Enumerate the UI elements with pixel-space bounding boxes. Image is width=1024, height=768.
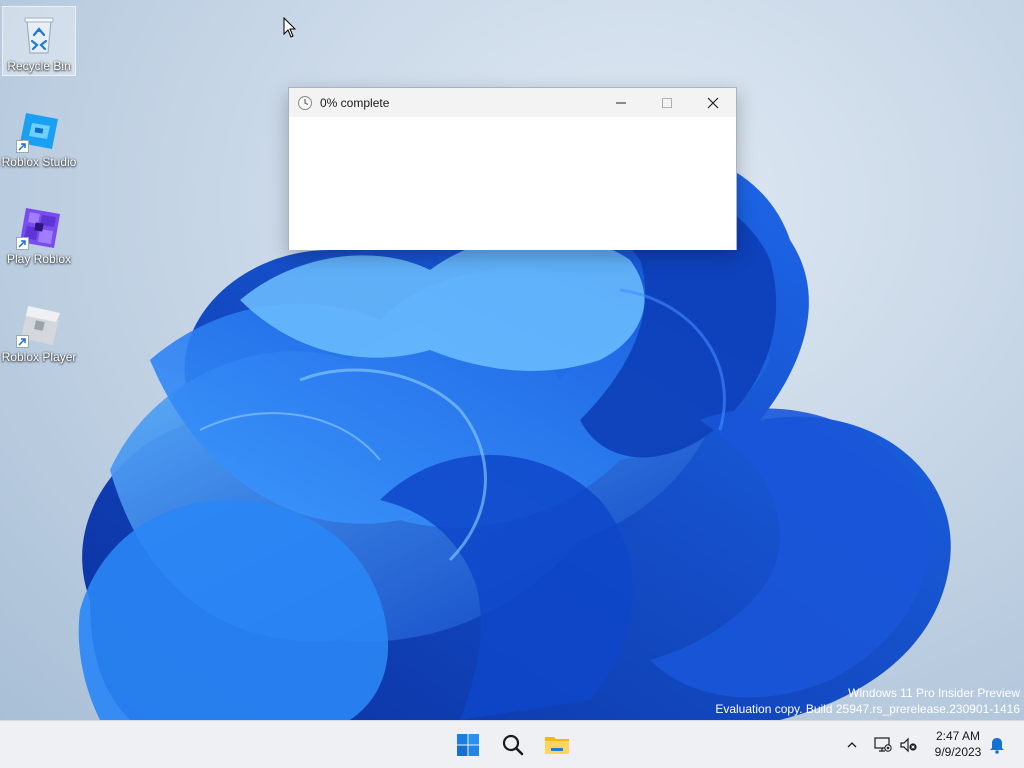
desktop-icon-play-roblox[interactable]: Play Roblox [2, 200, 76, 270]
system-clock[interactable]: 2:47 AM 9/9/2023 [925, 728, 991, 760]
desktop-icon-roblox-studio[interactable]: Roblox Studio [2, 103, 76, 173]
taskbar: 2:47 AM 9/9/2023 [0, 720, 1024, 768]
mouse-cursor-icon [283, 17, 297, 38]
file-explorer-icon [545, 737, 569, 754]
show-hidden-icons-button[interactable] [840, 733, 864, 757]
search-icon [502, 734, 524, 756]
recycle-bin-icon [16, 11, 62, 57]
watermark-line-1: Windows 11 Pro Insider Preview [848, 686, 1020, 700]
shortcut-arrow-icon [16, 237, 29, 250]
maximize-button[interactable] [644, 88, 690, 117]
play-roblox-icon [16, 204, 62, 250]
desktop-icon-label: Recycle Bin [7, 59, 71, 73]
shortcut-arrow-icon [16, 140, 29, 153]
clock-icon [298, 95, 312, 110]
notification-bell-icon [990, 738, 1004, 754]
close-button[interactable] [690, 88, 736, 117]
start-icon [457, 734, 479, 756]
network-button[interactable] [871, 733, 895, 757]
chevron-up-icon [847, 742, 857, 748]
desktop-icon-label: Roblox Studio [1, 155, 77, 169]
desktop-icon-label: Play Roblox [6, 252, 72, 266]
file-explorer-button[interactable] [538, 726, 576, 764]
desktop: Recycle Bin Roblox Studio Play Roblox Ro… [0, 0, 1024, 720]
roblox-player-icon [16, 302, 62, 348]
minimize-button[interactable] [598, 88, 644, 117]
maximize-icon [662, 97, 672, 108]
minimize-icon [616, 102, 626, 103]
clock-time: 2:47 AM [935, 729, 981, 743]
close-icon [707, 97, 719, 108]
volume-button[interactable] [897, 733, 921, 757]
progress-window[interactable]: 0% complete [288, 87, 737, 250]
volume-muted-icon [900, 737, 917, 753]
evaluation-watermark: Windows 11 Pro Insider Preview Evaluatio… [715, 685, 1020, 717]
window-body [289, 117, 736, 250]
shortcut-arrow-icon [16, 335, 29, 348]
desktop-icon-recycle-bin[interactable]: Recycle Bin [2, 6, 76, 76]
desktop-icon-label: Roblox Player [1, 350, 77, 364]
search-button[interactable] [494, 726, 532, 764]
notifications-button[interactable] [985, 733, 1009, 757]
desktop-icon-roblox-player[interactable]: Roblox Player [2, 298, 76, 368]
window-titlebar[interactable]: 0% complete [289, 88, 736, 117]
window-title: 0% complete [320, 95, 390, 110]
roblox-studio-icon [16, 107, 62, 153]
clock-date: 9/9/2023 [934, 745, 982, 759]
start-button[interactable] [449, 726, 487, 764]
watermark-line-2: Evaluation copy. Build 25947.rs_prerelea… [715, 702, 1020, 716]
network-icon [874, 737, 892, 752]
